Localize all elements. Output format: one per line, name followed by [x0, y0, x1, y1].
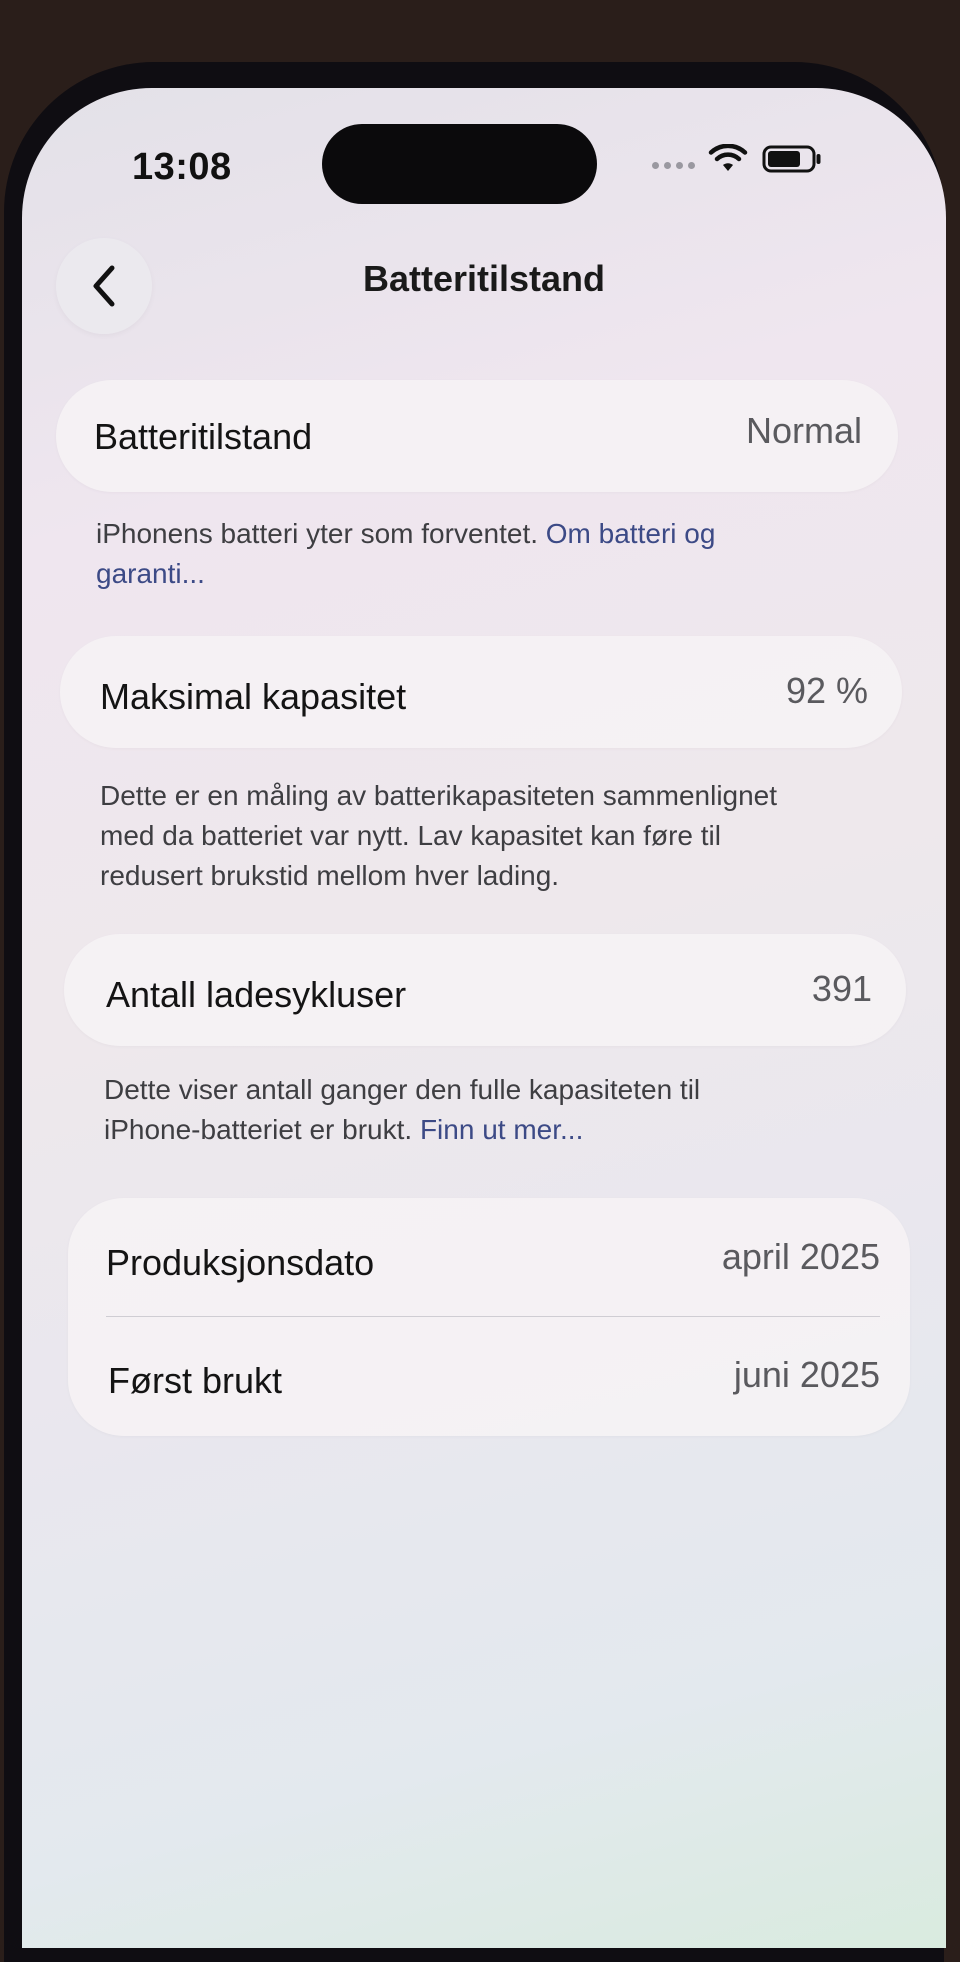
battery-health-label: Batteritilstand [94, 416, 313, 457]
status-time: 13:08 [132, 146, 232, 188]
dynamic-island [322, 124, 597, 204]
battery-icon [762, 145, 821, 173]
battery-health-footnote: iPhonens batteri yter som forventet. Om … [96, 514, 796, 594]
charge-cycles-footnote-line2: iPhone-batteriet er brukt. [104, 1114, 413, 1145]
row-divider [106, 1316, 880, 1317]
max-capacity-footnote-line2: med da batteriet var nytt. Lav kapasitet… [100, 820, 721, 851]
battery-health-row[interactable]: Batteritilstand Normal [56, 380, 898, 492]
max-capacity-footnote-line1: Dette er en måling av batterikapasiteten… [100, 780, 778, 811]
manufacture-date-label: Produksjonsdato [106, 1242, 375, 1283]
charge-cycles-footnote: Dette viser antall ganger den fulle kapa… [104, 1070, 864, 1150]
battery-health-description: iPhonens batteri yter som forventet. [96, 518, 538, 549]
max-capacity-row[interactable]: Maksimal kapasitet 92 % [60, 636, 902, 748]
max-capacity-footnote-line3: redusert brukstid mellom hver lading. [100, 860, 560, 891]
max-capacity-value: 92 % [785, 670, 868, 711]
first-use-value: juni 2025 [733, 1354, 880, 1395]
cellular-signal-icon [652, 162, 695, 169]
manufacture-date-value: april 2025 [721, 1236, 880, 1277]
page-title: Batteritilstand [362, 258, 606, 299]
wifi-icon [708, 144, 748, 171]
phone-screen: 13:08 Batteritilstand Batteritilstand No… [22, 88, 946, 1948]
battery-health-value: Normal [745, 410, 862, 451]
charge-cycles-footnote-line1: Dette viser antall ganger den fulle kapa… [104, 1074, 701, 1105]
max-capacity-label: Maksimal kapasitet [100, 676, 407, 717]
status-bar: 13:08 [22, 88, 946, 208]
charge-cycles-label: Antall ladesykluser [106, 974, 407, 1015]
charge-cycles-row[interactable]: Antall ladesykluser 391 [64, 934, 906, 1046]
charge-cycles-value: 391 [811, 968, 872, 1009]
learn-more-link[interactable]: Finn ut mer... [420, 1114, 583, 1145]
dates-group: Produksjonsdato april 2025 Først brukt j… [68, 1198, 910, 1436]
first-use-label: Først brukt [108, 1360, 283, 1401]
max-capacity-footnote: Dette er en måling av batterikapasiteten… [100, 776, 900, 896]
